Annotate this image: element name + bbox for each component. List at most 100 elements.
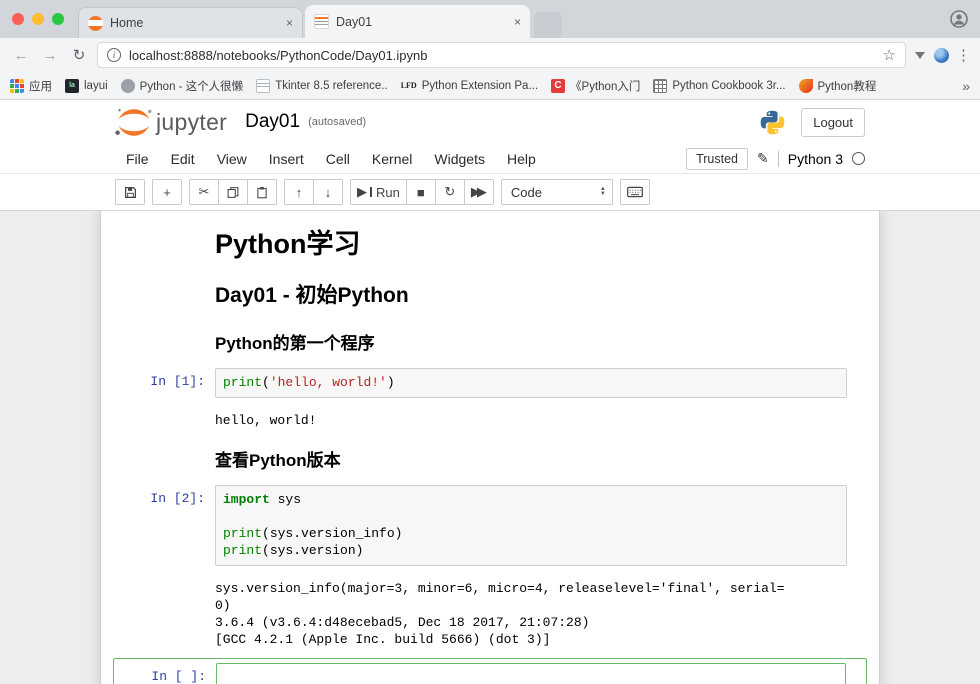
bookmarks-overflow-icon[interactable]: » (962, 78, 970, 94)
add-cell-button[interactable]: + (152, 179, 182, 205)
cell-type-value: Code (511, 185, 542, 200)
cut-cells-button[interactable]: ✂ (189, 179, 219, 205)
jupyter-header: jupyter Day01 (autosaved) Logout (0, 100, 980, 144)
paste-cells-button[interactable] (247, 179, 277, 205)
bookmark-python-blog[interactable]: Python - 这个人很懒 (121, 78, 244, 94)
menu-kernel[interactable]: Kernel (361, 151, 423, 167)
input-prompt (119, 225, 215, 266)
extension-globe-icon[interactable] (934, 48, 949, 63)
tab-title: Home (110, 16, 279, 30)
divider (778, 151, 779, 167)
browser-menu-icon[interactable]: ⋮ (956, 46, 970, 64)
output-cell-1: hello, world! (113, 402, 867, 433)
notebook-title[interactable]: Day01 (245, 111, 300, 133)
close-tab-icon[interactable]: × (514, 15, 521, 29)
run-button[interactable]: ▶ Run (350, 179, 407, 205)
heading-check-version: 查看Python版本 (215, 451, 847, 471)
logout-button[interactable]: Logout (801, 108, 865, 137)
bookmark-star-icon[interactable]: ☆ (883, 46, 896, 64)
menu-view[interactable]: View (206, 151, 258, 167)
autosave-indicator: (autosaved) (308, 116, 366, 128)
zoom-window-button[interactable] (52, 13, 64, 25)
menu-help[interactable]: Help (496, 151, 547, 167)
notebook-area: Python学习 Day01 - 初始Python Python的第一个程序 I… (0, 211, 980, 684)
back-icon[interactable]: ← (10, 47, 32, 64)
markdown-cell-title[interactable]: Python学习 (113, 221, 867, 270)
new-tab-button[interactable] (534, 12, 562, 38)
bookmark-python-tutorial[interactable]: Python教程 (799, 78, 877, 94)
bookmark-apps[interactable]: 应用 (10, 78, 52, 94)
run-label: Run (376, 185, 400, 200)
page-favicon (256, 79, 270, 93)
menu-widgets[interactable]: Widgets (423, 151, 496, 167)
interrupt-kernel-button[interactable]: ■ (406, 179, 436, 205)
browser-tab-home[interactable]: Home × (78, 7, 303, 38)
markdown-cell-day01[interactable]: Day01 - 初始Python (113, 270, 867, 318)
python-logo (759, 109, 786, 136)
menu-insert[interactable]: Insert (258, 151, 315, 167)
copy-cells-button[interactable] (218, 179, 248, 205)
code-cell-1[interactable]: In [1]: print('hello, world!') (113, 364, 867, 402)
code-cell-2[interactable]: In [2]: import sys print(sys.version_inf… (113, 481, 867, 570)
tab-title: Day01 (336, 15, 507, 29)
markdown-cell-version[interactable]: 查看Python版本 (113, 433, 867, 481)
bookmark-label: 《Python入门 (570, 78, 640, 94)
code-input[interactable]: print('hello, world!') (215, 368, 847, 398)
bookmark-label: Python Cookbook 3r... (672, 80, 785, 92)
menu-edit[interactable]: Edit (160, 151, 206, 167)
heading-first-program: Python的第一个程序 (215, 334, 847, 354)
layui-favicon: la (65, 79, 79, 93)
bookmark-python-cookbook[interactable]: Python Cookbook 3r... (653, 79, 785, 93)
input-prompt (119, 437, 215, 477)
bookmarks-bar: 应用 la layui Python - 这个人很懒 Tkinter 8.5 r… (0, 72, 980, 100)
address-bar[interactable]: i localhost:8888/notebooks/PythonCode/Da… (97, 42, 906, 68)
move-cell-up-button[interactable]: ↑ (284, 179, 314, 205)
reload-icon[interactable]: ↻ (68, 46, 90, 64)
code-input[interactable] (216, 663, 846, 684)
heading-day01: Day01 - 初始Python (215, 284, 847, 308)
jupyter-logo-text: jupyter (156, 109, 227, 136)
blog-favicon (121, 79, 135, 93)
markdown-cell-first-program[interactable]: Python的第一个程序 (113, 318, 867, 364)
jupyter-favicon (88, 16, 103, 31)
cell-type-select[interactable]: Code ▲▼ (501, 179, 613, 205)
floppy-icon (124, 186, 137, 199)
tab-strip: Home × Day01 × (0, 0, 980, 38)
browser-window: Home × Day01 × ← → ↻ i localhost:8888/no… (0, 0, 980, 684)
feather-favicon (799, 79, 813, 93)
bookmark-label: 应用 (29, 78, 52, 94)
profile-icon[interactable] (950, 10, 968, 33)
bookmark-layui[interactable]: la layui (65, 79, 108, 93)
save-button[interactable] (115, 179, 145, 205)
code-input[interactable]: import sys print(sys.version_info)print(… (215, 485, 847, 566)
browser-tab-day01[interactable]: Day01 × (305, 5, 530, 38)
minimize-window-button[interactable] (32, 13, 44, 25)
jupyter-logo[interactable]: jupyter (115, 108, 227, 137)
trusted-badge[interactable]: Trusted (686, 148, 748, 170)
restart-kernel-button[interactable]: ↻ (435, 179, 465, 205)
bookmark-tkinter-reference[interactable]: Tkinter 8.5 reference.. (256, 79, 388, 93)
code-cell-empty-selected[interactable]: In [ ]: (113, 658, 867, 684)
output-prompt (119, 574, 215, 648)
site-info-icon[interactable]: i (107, 48, 121, 62)
bookmark-python-intro[interactable]: C 《Python入门 (551, 78, 640, 94)
menu-cell[interactable]: Cell (315, 151, 361, 167)
lfd-favicon: LFD (401, 79, 417, 93)
kernel-status-icon (852, 152, 865, 165)
url-text: localhost:8888/notebooks/PythonCode/Day0… (129, 48, 875, 63)
restart-run-all-button[interactable]: ▶▶ (464, 179, 494, 205)
forward-icon[interactable]: → (39, 47, 61, 64)
bookmark-label: Python教程 (818, 78, 877, 94)
step-forward-icon: ▶ (357, 184, 367, 200)
bookmark-python-extension[interactable]: LFD Python Extension Pa... (401, 79, 538, 93)
close-tab-icon[interactable]: × (286, 16, 293, 30)
command-palette-button[interactable] (620, 179, 650, 205)
plus-icon: + (163, 185, 171, 200)
download-arrow-icon[interactable] (915, 52, 925, 59)
close-window-button[interactable] (12, 13, 24, 25)
bookmark-label: Python - 这个人很懒 (140, 78, 244, 94)
menu-file[interactable]: File (115, 151, 160, 167)
bookmark-label: layui (84, 80, 108, 92)
input-prompt: In [2]: (119, 485, 215, 566)
move-cell-down-button[interactable]: ↓ (313, 179, 343, 205)
